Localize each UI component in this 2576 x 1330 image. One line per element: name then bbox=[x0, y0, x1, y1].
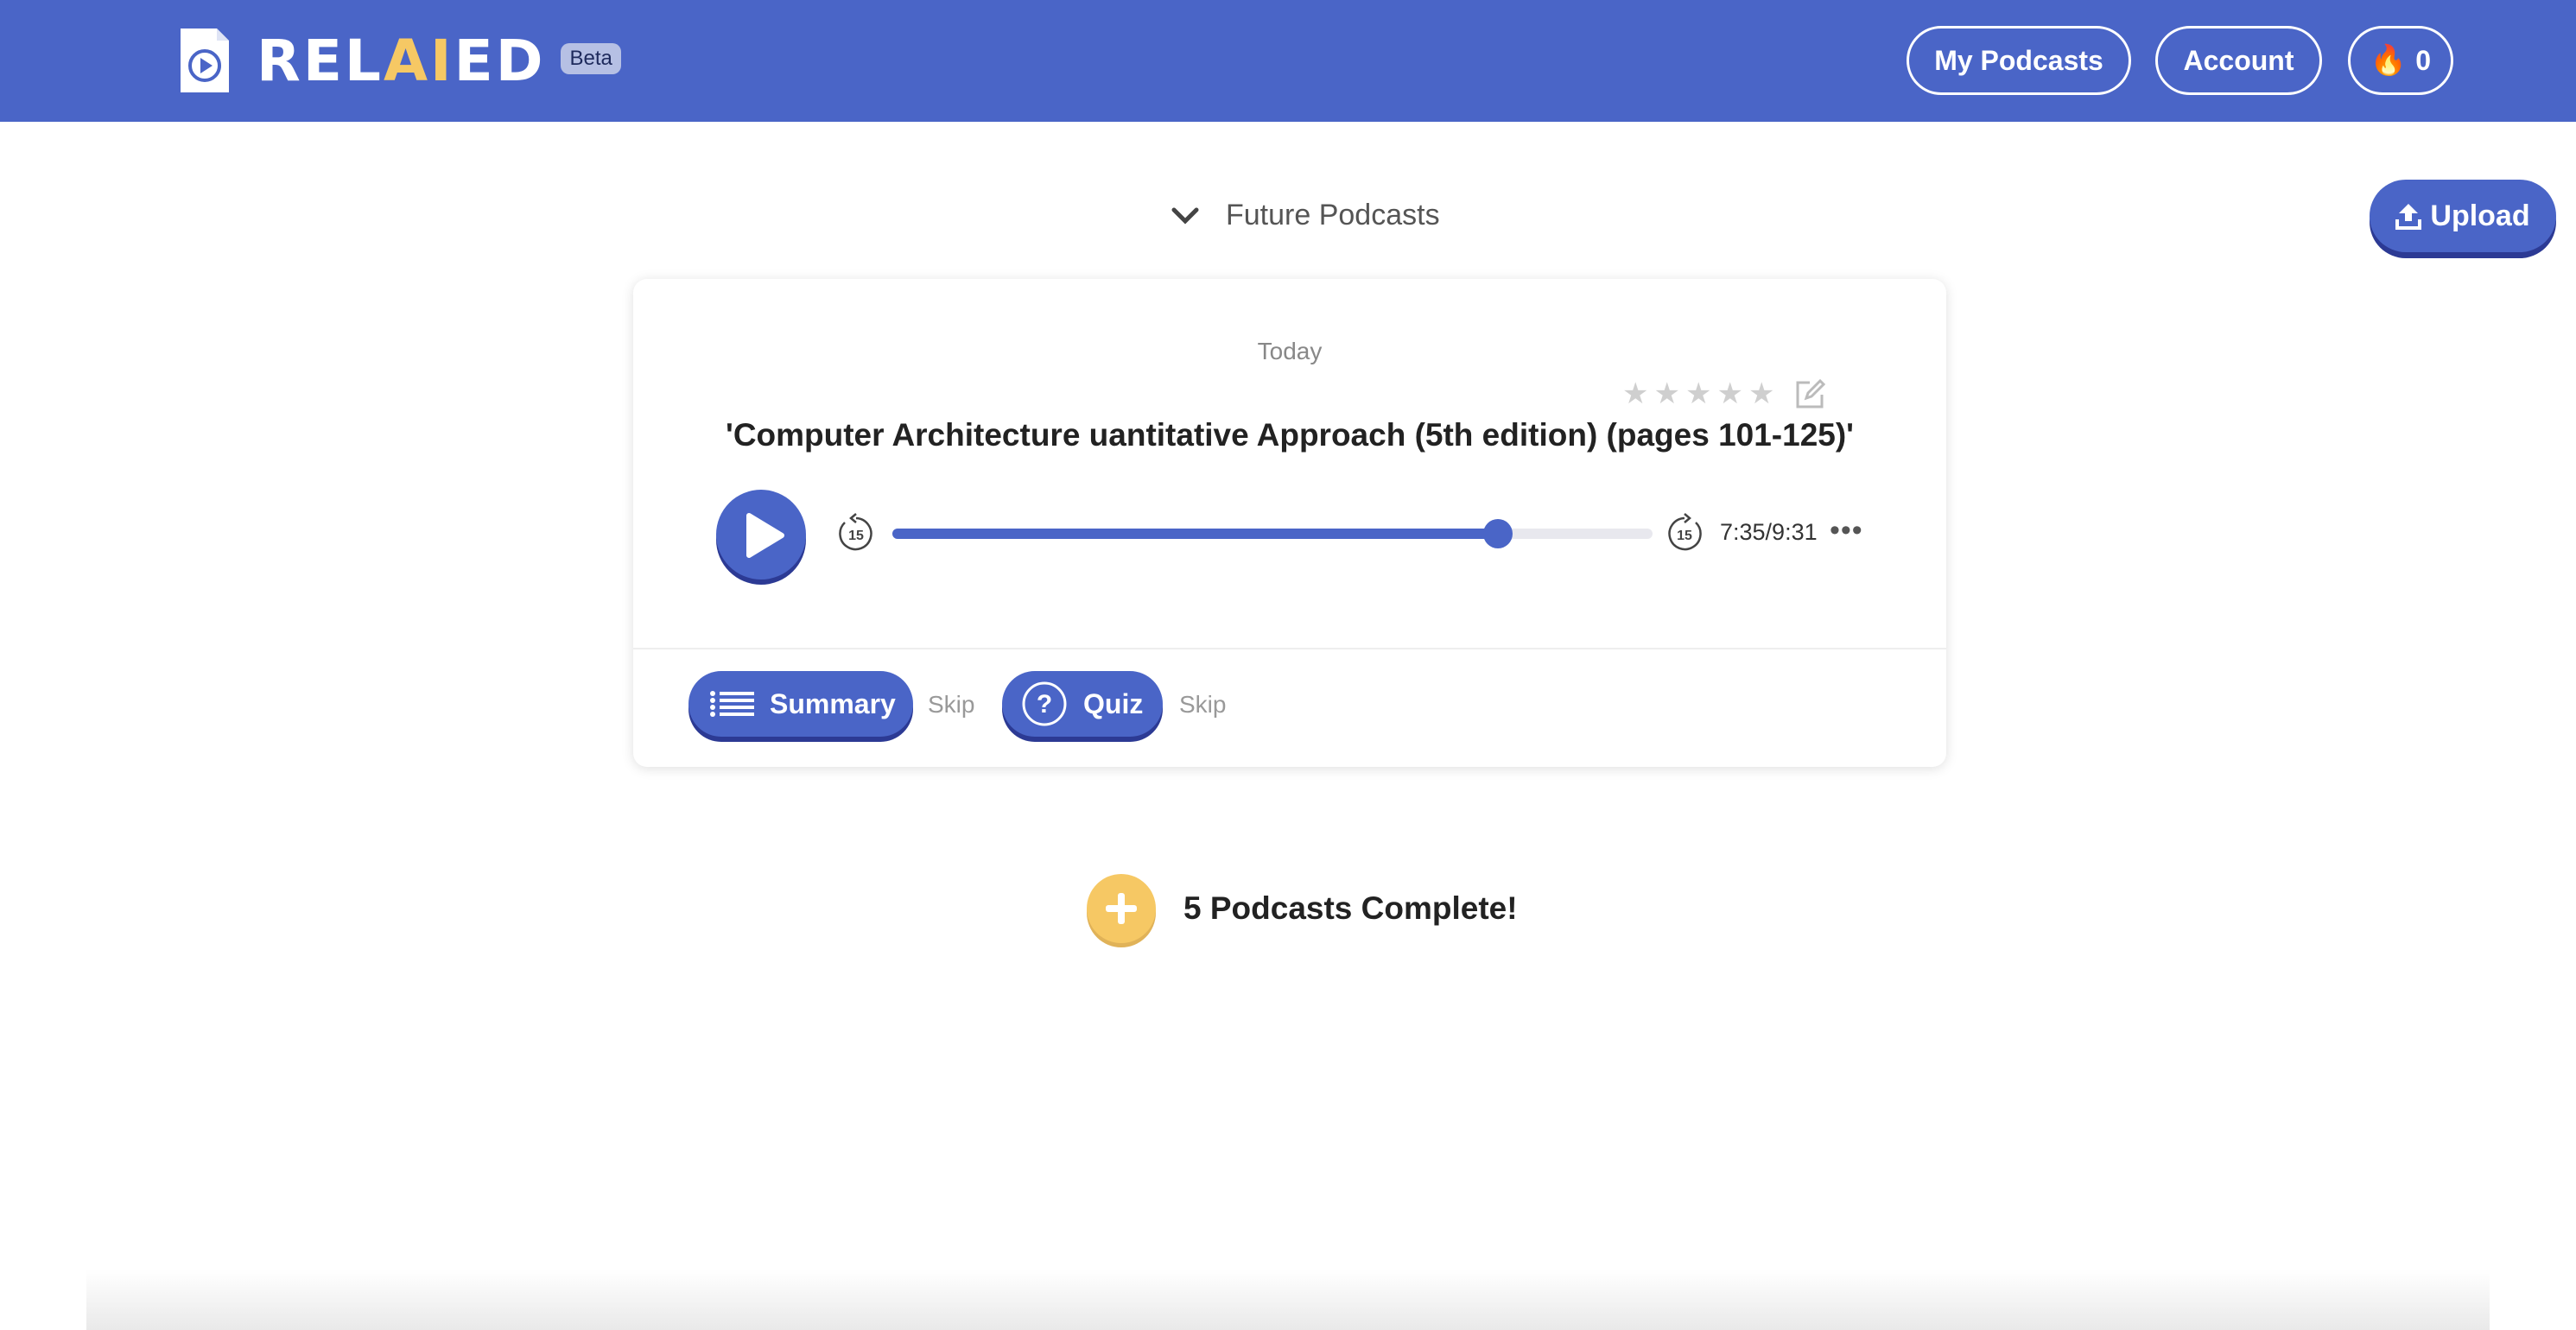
plus-icon bbox=[1106, 893, 1137, 924]
beta-badge: Beta bbox=[561, 43, 621, 74]
future-podcasts-label: Future Podcasts bbox=[1226, 199, 1440, 231]
more-options-icon[interactable]: ••• bbox=[1830, 514, 1863, 548]
podcast-date: Today bbox=[1257, 338, 1323, 364]
podcast-card: Today ★ ★ ★ ★ ★ 'Computer Architecture u… bbox=[633, 279, 1946, 767]
progress-slider[interactable] bbox=[892, 519, 1653, 548]
skip-quiz-link[interactable]: Skip bbox=[1179, 691, 1226, 719]
progress-handle[interactable] bbox=[1483, 519, 1513, 548]
app-logo[interactable]: RELAIED Beta bbox=[177, 24, 621, 97]
top-navbar: RELAIED Beta My Podcasts Account 🔥 0 bbox=[0, 0, 2576, 122]
my-podcasts-button[interactable]: My Podcasts bbox=[1907, 26, 2131, 95]
future-podcasts-toggle[interactable]: Future Podcasts bbox=[1171, 199, 1440, 232]
star-icon[interactable]: ★ bbox=[1748, 379, 1774, 408]
list-icon bbox=[710, 691, 754, 717]
svg-text:?: ? bbox=[1037, 690, 1052, 719]
star-icon[interactable]: ★ bbox=[1622, 379, 1648, 408]
account-button[interactable]: Account bbox=[2155, 26, 2322, 95]
bottom-panel-edge bbox=[86, 1270, 2490, 1330]
add-podcast-button[interactable] bbox=[1087, 874, 1156, 943]
streak-button[interactable]: 🔥 0 bbox=[2348, 26, 2453, 95]
upload-icon bbox=[2395, 204, 2422, 230]
quiz-label: Quiz bbox=[1083, 687, 1144, 719]
upload-button[interactable]: Upload bbox=[2370, 180, 2556, 252]
completion-text: 5 Podcasts Complete! bbox=[1183, 890, 1518, 926]
edit-icon[interactable] bbox=[1792, 377, 1827, 412]
completion-banner: 5 Podcasts Complete! bbox=[1087, 874, 1518, 943]
star-icon[interactable]: ★ bbox=[1653, 379, 1679, 408]
upload-label: Upload bbox=[2430, 199, 2530, 232]
card-divider bbox=[633, 648, 1946, 649]
chevron-down-icon bbox=[1171, 207, 1199, 225]
rewind-label: 15 bbox=[848, 529, 864, 543]
app-name: RELAIED bbox=[257, 27, 546, 94]
summary-button[interactable]: Summary bbox=[688, 671, 913, 737]
fire-icon: 🔥 bbox=[2370, 44, 2408, 77]
star-icon[interactable]: ★ bbox=[1716, 379, 1742, 408]
rewind-15-icon[interactable]: 15 bbox=[834, 512, 878, 555]
summary-label: Summary bbox=[770, 687, 896, 719]
forward-15-icon[interactable]: 15 bbox=[1663, 512, 1706, 555]
quiz-button[interactable]: ? Quiz bbox=[1002, 671, 1163, 737]
streak-count: 0 bbox=[2415, 44, 2432, 76]
question-circle-icon: ? bbox=[1022, 681, 1067, 726]
star-icon[interactable]: ★ bbox=[1685, 379, 1711, 408]
progress-fill bbox=[892, 529, 1499, 539]
play-icon bbox=[746, 513, 784, 558]
playback-time: 7:35/9:31 bbox=[1720, 519, 1818, 545]
podcast-file-icon bbox=[181, 28, 229, 92]
play-button[interactable] bbox=[716, 490, 806, 580]
rating-stars[interactable]: ★ ★ ★ ★ ★ bbox=[1622, 379, 1774, 408]
skip-summary-link[interactable]: Skip bbox=[928, 691, 974, 719]
forward-label: 15 bbox=[1677, 529, 1692, 543]
podcast-title: 'Computer Architecture uantitative Appro… bbox=[726, 417, 1854, 453]
